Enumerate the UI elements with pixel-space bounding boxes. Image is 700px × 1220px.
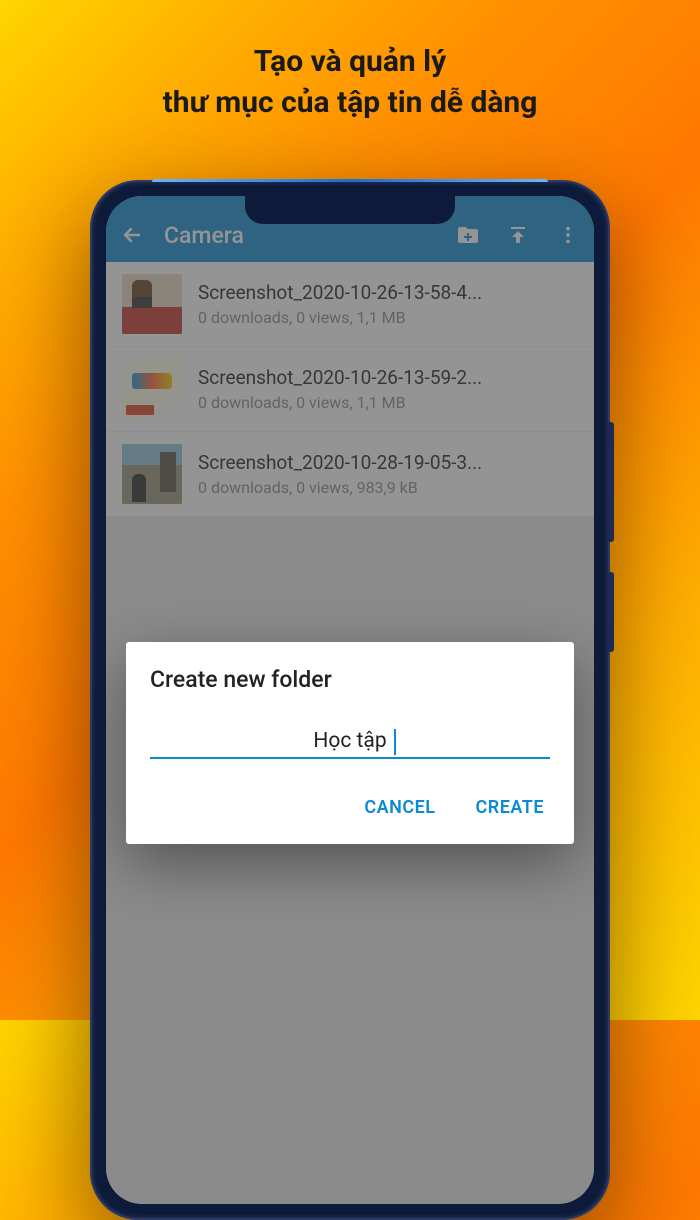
cancel-button[interactable]: CANCEL (358, 789, 441, 826)
text-cursor (394, 729, 396, 755)
dialog-actions: CANCEL CREATE (150, 789, 550, 834)
promo-line-1: Tạo và quản lý (0, 42, 700, 83)
side-button (608, 572, 614, 652)
create-folder-dialog: Create new folder CANCEL CREATE (126, 642, 574, 844)
promo-line-2: thư mục của tập tin dễ dàng (0, 83, 700, 124)
create-button[interactable]: CREATE (470, 789, 551, 826)
app-root: Camera Screenshot_2 (106, 196, 594, 1204)
folder-name-field-wrap (150, 729, 550, 759)
side-button (608, 422, 614, 542)
dialog-title: Create new folder (150, 666, 550, 693)
folder-name-input[interactable] (150, 729, 550, 753)
promo-title: Tạo và quản lý thư mục của tập tin dễ dà… (0, 0, 700, 123)
phone-screen: Camera Screenshot_2 (106, 196, 594, 1204)
notch (245, 196, 455, 224)
phone-frame: Camera Screenshot_2 (90, 180, 610, 1220)
